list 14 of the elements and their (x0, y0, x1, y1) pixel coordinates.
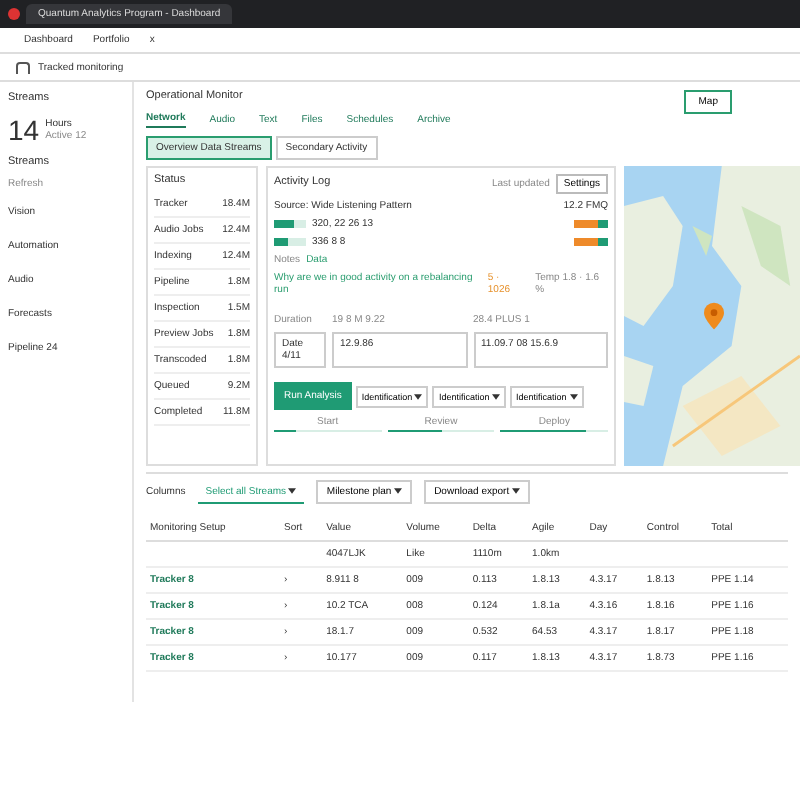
caret-icon (414, 393, 423, 400)
caret-icon (288, 487, 297, 494)
map-pin-icon[interactable] (704, 302, 724, 330)
level-bar (274, 238, 306, 246)
caret-icon (394, 488, 403, 495)
caret-icon (569, 393, 577, 400)
caret-icon (491, 393, 500, 400)
home-icon[interactable] (16, 61, 30, 73)
hours-count: 14 (8, 114, 40, 146)
mini-bar (574, 220, 608, 228)
app-logo-icon (8, 8, 20, 20)
caret-icon (511, 488, 520, 495)
level-bar (274, 220, 306, 228)
mini-bar (574, 238, 608, 246)
